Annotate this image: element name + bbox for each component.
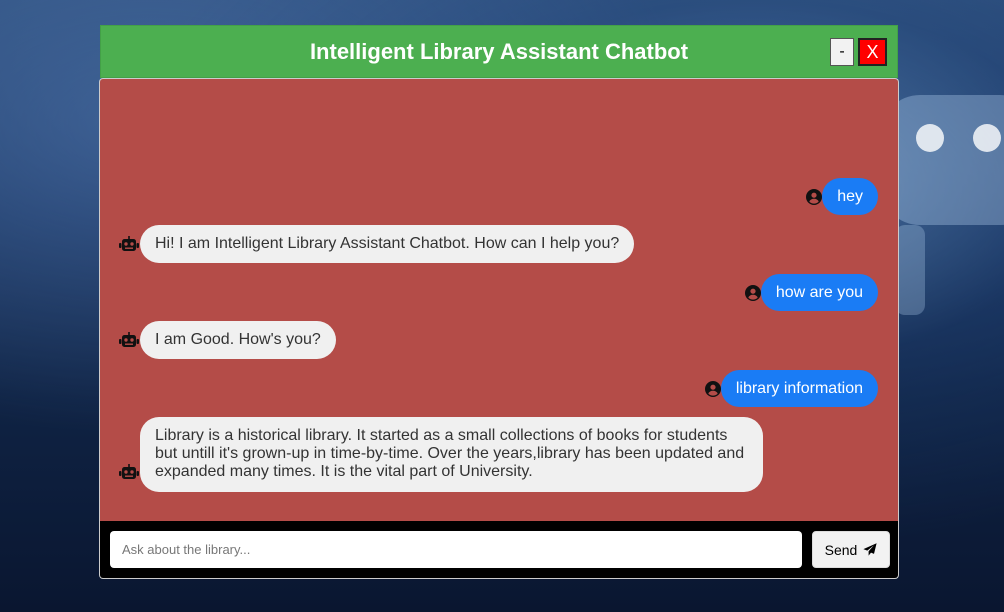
user-message: how are you	[744, 274, 878, 311]
bot-message: Library is a historical library. It star…	[119, 417, 763, 492]
bot-message-text: I am Good. How's you?	[140, 321, 336, 359]
title-bar: Intelligent Library Assistant Chatbot - …	[100, 25, 898, 78]
user-message-text: how are you	[760, 274, 878, 311]
bot-message: Hi! I am Intelligent Library Assistant C…	[119, 225, 635, 263]
user-message: library information	[704, 370, 878, 407]
user-circle-icon	[704, 380, 721, 397]
bot-message-text: Library is a historical library. It star…	[140, 417, 763, 492]
send-button[interactable]: Send	[812, 531, 890, 568]
message-input[interactable]	[110, 531, 802, 568]
user-circle-icon	[806, 188, 823, 205]
chat-messages-area[interactable]: hey Hi! I am Intelligent Library Assista…	[99, 78, 899, 521]
background-dot	[973, 124, 1001, 152]
app-title: Intelligent Library Assistant Chatbot	[309, 38, 689, 64]
user-message-text: library information	[720, 370, 878, 407]
bot-message-text: Hi! I am Intelligent Library Assistant C…	[140, 225, 635, 263]
input-bar: Send	[99, 521, 899, 579]
send-button-label: Send	[824, 541, 858, 558]
user-circle-icon	[744, 284, 761, 301]
robot-icon	[119, 236, 139, 251]
user-message-text: hey	[822, 178, 878, 215]
robot-icon	[119, 464, 139, 479]
background-chat-tail	[895, 225, 925, 315]
paper-plane-icon	[863, 543, 877, 556]
robot-icon	[119, 332, 139, 347]
chatbot-window: Intelligent Library Assistant Chatbot - …	[99, 25, 899, 579]
close-button[interactable]: X	[858, 38, 887, 66]
bot-message: I am Good. How's you?	[119, 321, 336, 359]
user-message: hey	[806, 178, 878, 215]
minimize-button[interactable]: -	[830, 38, 854, 66]
background-dot	[916, 124, 944, 152]
